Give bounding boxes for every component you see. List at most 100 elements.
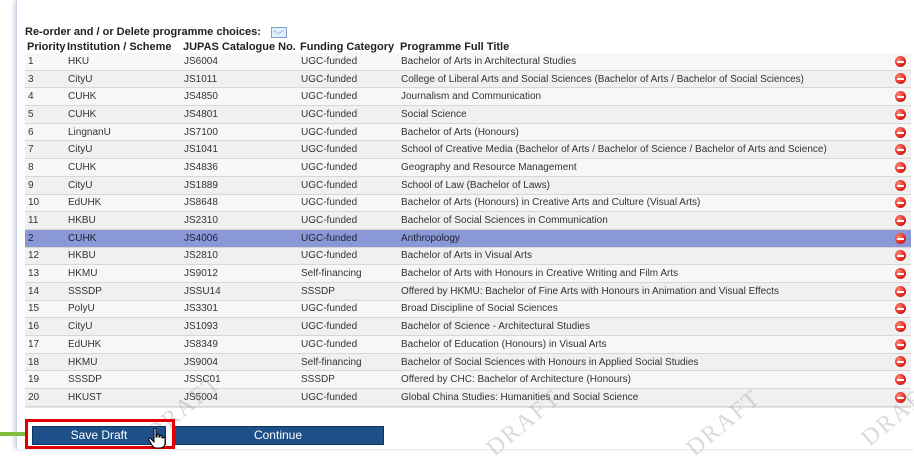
table-row-selected[interactable]: 2 CUHK JS4006 UGC-funded Anthropology <box>25 229 911 248</box>
catalogue-no-cell: JS9004 <box>181 353 298 372</box>
catalogue-no-cell: JS4836 <box>181 158 298 177</box>
delete-cell <box>889 282 911 301</box>
priority-cell: 9 <box>25 176 65 195</box>
minus-circle-icon[interactable] <box>894 214 906 226</box>
institution-cell: HKMU <box>65 264 181 283</box>
hand-pointer-icon <box>148 428 166 449</box>
funding-cell: UGC-funded <box>298 229 398 248</box>
catalogue-no-cell: JS1093 <box>181 317 298 336</box>
catalogue-no-cell: JS7100 <box>181 123 298 142</box>
col-header-catalogue-no: JUPAS Catalogue No. <box>181 40 298 53</box>
institution-cell: CUHK <box>65 229 181 248</box>
minus-circle-icon[interactable] <box>894 197 906 209</box>
minus-circle-icon[interactable] <box>894 391 906 403</box>
table-row[interactable]: 18 HKMU JS9004 Self-financing Bachelor of So… <box>25 353 911 372</box>
priority-cell: 1 <box>25 53 65 71</box>
institution-cell: CityU <box>65 317 181 336</box>
institution-cell: EdUHK <box>65 335 181 354</box>
minus-circle-icon[interactable] <box>894 232 906 244</box>
minus-circle-icon[interactable] <box>894 144 906 156</box>
programme-title-cell: Geography and Resource Management <box>398 158 889 177</box>
col-header-priority: Priority <box>25 40 66 53</box>
table-row[interactable]: 1 HKU JS6004 UGC-funded Bachelor of Arts in … <box>25 53 911 71</box>
priority-cell: 16 <box>25 317 65 336</box>
mail-icon[interactable] <box>270 26 287 38</box>
minus-circle-icon[interactable] <box>894 73 906 85</box>
minus-circle-icon[interactable] <box>894 91 906 103</box>
table-row[interactable]: 17 EdUHK JS8349 UGC-funded Bachelor of Educa… <box>25 335 911 354</box>
institution-cell: CityU <box>65 140 181 160</box>
table-row[interactable]: 19 SSSDP JSSC01 SSSDP Offered by CHC: Bachel… <box>25 370 911 390</box>
table-row[interactable]: 15 PolyU JS3301 UGC-funded Broad Discipline … <box>25 300 911 319</box>
minus-circle-icon[interactable] <box>894 161 906 173</box>
col-header-funding: Funding Category <box>298 40 398 53</box>
table-row[interactable]: 13 HKMU JS9012 Self-financing Bachelor of Ar… <box>25 264 911 283</box>
table-row[interactable]: 4 CUHK JS4850 UGC-funded Journalism and Comm… <box>25 87 911 107</box>
minus-circle-icon[interactable] <box>894 108 906 120</box>
delete-cell <box>889 87 911 107</box>
priority-cell: 17 <box>25 335 65 354</box>
table-row[interactable]: 5 CUHK JS4801 UGC-funded Social Science <box>25 105 911 124</box>
funding-cell: UGC-funded <box>298 317 398 336</box>
delete-cell <box>889 317 911 336</box>
programme-title-cell: Anthropology <box>398 229 889 248</box>
delete-cell <box>889 229 911 248</box>
table-row[interactable]: 7 CityU JS1041 UGC-funded School of Creative… <box>25 140 911 160</box>
delete-cell <box>889 123 911 142</box>
continue-button[interactable]: Continue <box>172 426 384 445</box>
institution-cell: SSSDP <box>65 282 181 301</box>
minus-circle-icon[interactable] <box>894 250 906 262</box>
table-row[interactable]: 3 CityU JS1011 UGC-funded College of Liberal… <box>25 70 911 89</box>
minus-circle-icon[interactable] <box>894 179 906 191</box>
minus-circle-icon[interactable] <box>894 268 906 280</box>
table-row[interactable]: 16 CityU JS1093 UGC-funded Bachelor of Scien… <box>25 317 911 336</box>
table-header-row: Priority Institution / Scheme JUPAS Cata… <box>25 40 911 53</box>
priority-cell: 15 <box>25 300 65 319</box>
delete-cell <box>889 211 911 230</box>
priority-cell: 20 <box>25 388 65 407</box>
minus-circle-icon[interactable] <box>894 374 906 386</box>
minus-circle-icon[interactable] <box>894 55 906 67</box>
institution-cell: CityU <box>65 70 181 89</box>
table-row[interactable]: 10 EdUHK JS8648 UGC-funded Bachelor of Arts … <box>25 194 911 213</box>
table-row[interactable]: 6 LingnanU JS7100 UGC-funded Bachelor of Art… <box>25 123 911 142</box>
catalogue-no-cell: JS9012 <box>181 264 298 283</box>
programme-title-cell: Broad Discipline of Social Sciences <box>398 300 889 319</box>
minus-circle-icon[interactable] <box>894 321 906 333</box>
table-row[interactable]: 9 CityU JS1889 UGC-funded School of Law (Bac… <box>25 176 911 195</box>
delete-cell <box>889 300 911 319</box>
institution-cell: CUHK <box>65 87 181 107</box>
institution-cell: HKBU <box>65 247 181 266</box>
table-row[interactable]: 11 HKBU JS2310 UGC-funded Bachelor of Social… <box>25 211 911 230</box>
catalogue-no-cell: JSSC01 <box>181 370 298 390</box>
minus-circle-icon[interactable] <box>894 356 906 368</box>
catalogue-no-cell: JS8349 <box>181 335 298 354</box>
priority-cell: 5 <box>25 105 65 124</box>
priority-cell: 2 <box>25 229 65 248</box>
minus-circle-icon[interactable] <box>894 126 906 138</box>
table-row[interactable]: 20 HKUST JS5004 UGC-funded Global China Stud… <box>25 388 911 407</box>
programme-title-cell: School of Creative Media (Bachelor of Ar… <box>398 140 889 160</box>
priority-cell: 12 <box>25 247 65 266</box>
priority-cell: 3 <box>25 70 65 89</box>
delete-cell <box>889 353 911 372</box>
delete-cell <box>889 335 911 354</box>
col-header-institution: Institution / Scheme <box>65 40 181 53</box>
institution-cell: HKUST <box>65 388 181 407</box>
funding-cell: UGC-funded <box>298 87 398 107</box>
minus-circle-icon[interactable] <box>894 303 906 315</box>
col-header-title: Programme Full Title <box>398 40 889 53</box>
priority-cell: 14 <box>25 282 65 301</box>
delete-cell <box>889 264 911 283</box>
programme-title-cell: College of Liberal Arts and Social Scien… <box>398 70 889 89</box>
minus-circle-icon[interactable] <box>894 338 906 350</box>
programme-title-cell: Offered by HKMU: Bachelor of Fine Arts w… <box>398 282 889 301</box>
programme-title-cell: Bachelor of Social Sciences in Communica… <box>398 211 889 230</box>
table-row[interactable]: 12 HKBU JS2810 UGC-funded Bachelor of Arts i… <box>25 247 911 266</box>
catalogue-no-cell: JS6004 <box>181 53 298 71</box>
minus-circle-icon[interactable] <box>894 285 906 297</box>
table-row[interactable]: 8 CUHK JS4836 UGC-funded Geography and Resou… <box>25 158 911 177</box>
institution-cell: LingnanU <box>65 123 181 142</box>
table-row[interactable]: 14 SSSDP JSSU14 SSSDP Offered by HKMU: Bache… <box>25 282 911 301</box>
institution-cell: EdUHK <box>65 194 181 213</box>
